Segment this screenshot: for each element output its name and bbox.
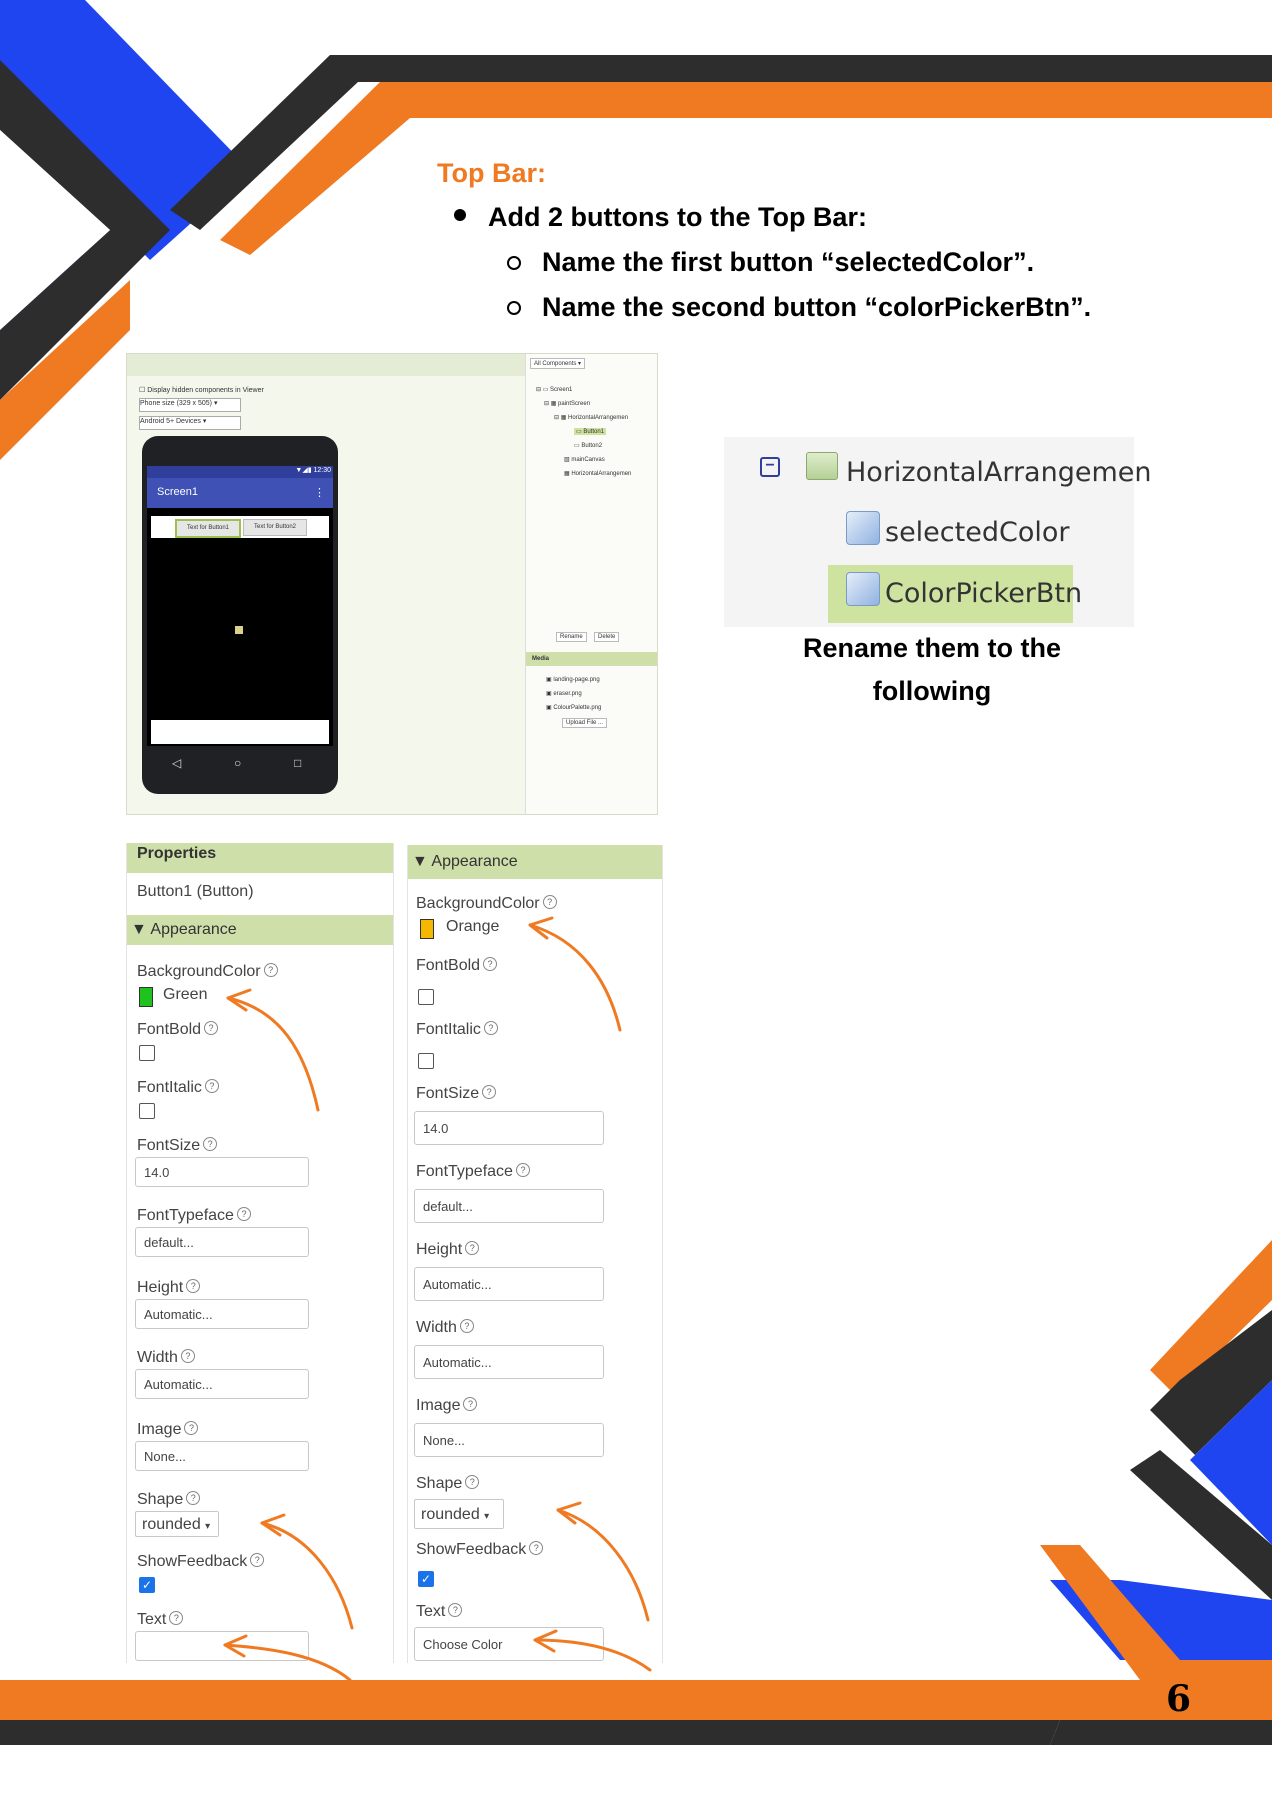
arrow-backgroundcolor-left bbox=[226, 996, 320, 1112]
arrow-backgroundcolor-right bbox=[528, 923, 622, 1032]
arrow-text-left bbox=[223, 1643, 352, 1682]
arrow-shape-right bbox=[556, 1508, 650, 1622]
arrow-text-right bbox=[533, 1638, 652, 1672]
page-number: 6 bbox=[1166, 1678, 1192, 1720]
annotation-arrows bbox=[223, 916, 652, 1682]
arrow-shape-left bbox=[260, 1521, 354, 1630]
